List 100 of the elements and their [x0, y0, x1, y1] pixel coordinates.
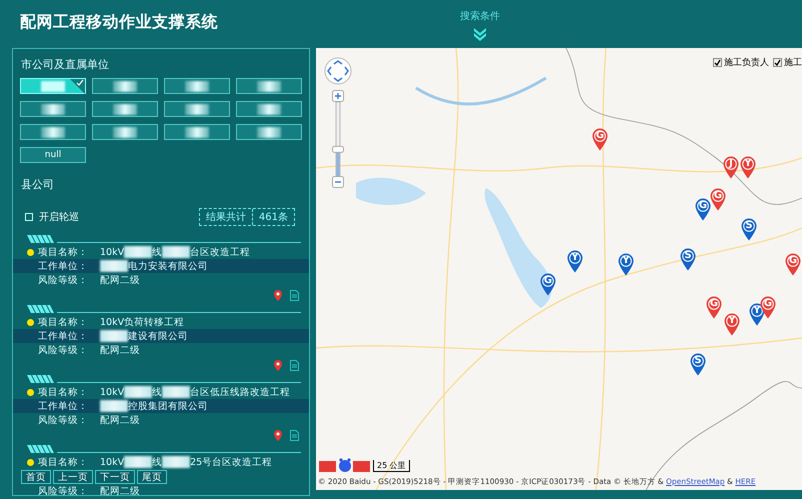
field-value: 25号台区改造工程 — [190, 456, 272, 468]
blurred-text — [185, 126, 209, 138]
blurred-text — [257, 126, 281, 138]
blurred-text — [185, 104, 209, 114]
blurred-text — [113, 104, 137, 114]
pan-control-icon[interactable] — [324, 57, 352, 85]
blurred-text — [257, 80, 281, 92]
check-icon — [76, 79, 84, 86]
baidu-logo-icon — [319, 457, 371, 473]
blurred-text — [100, 400, 128, 412]
checkbox-label: 开启轮巡 — [39, 210, 79, 224]
company-button[interactable] — [164, 124, 230, 140]
field-label: 风险等级： — [38, 274, 89, 286]
chevron-down-icon[interactable] — [473, 27, 487, 41]
company-button[interactable] — [92, 124, 158, 140]
search-conditions-toggle[interactable]: 搜索条件 — [460, 9, 500, 23]
status-dot — [27, 458, 34, 466]
map-scale: 25 公里 — [373, 460, 410, 472]
blurred-text — [41, 126, 65, 138]
location-pin-icon[interactable] — [274, 290, 282, 301]
blurred-text — [124, 246, 152, 258]
checkbox-label: 施工 — [784, 56, 802, 69]
company-button[interactable] — [164, 101, 230, 117]
location-pin-icon[interactable] — [274, 360, 282, 371]
pager-button[interactable]: 上一页 — [53, 470, 93, 484]
field-value: 配网二级 — [100, 414, 140, 426]
field-value: 台区改造工程 — [190, 246, 250, 258]
map-marker[interactable]: J — [723, 156, 739, 179]
status-dot — [27, 248, 34, 256]
status-dot — [27, 318, 34, 326]
layer-checkbox[interactable] — [713, 58, 722, 67]
pager-button[interactable]: 尾页 — [137, 470, 167, 484]
stripe-decoration-icon — [27, 375, 57, 383]
field-value: 10kV — [100, 456, 124, 468]
blurred-text — [100, 330, 128, 342]
pager-button[interactable]: 首页 — [21, 470, 51, 484]
field-label: 风险等级： — [38, 484, 89, 495]
blurred-text — [162, 456, 190, 468]
field-value: 10kV — [100, 246, 124, 258]
document-icon[interactable] — [290, 430, 299, 441]
app-title: 配网工程移动作业支撑系统 — [20, 12, 218, 33]
blurred-text — [124, 456, 152, 468]
stripe-decoration-icon — [27, 235, 57, 243]
blurred-text — [257, 104, 281, 114]
blurred-text — [113, 126, 137, 138]
blurred-text — [185, 80, 209, 92]
document-icon[interactable] — [290, 360, 299, 371]
field-value: 线 — [152, 456, 162, 468]
checkbox-label: 施工负责人 — [724, 56, 769, 69]
blurred-text — [41, 80, 65, 92]
location-pin-icon[interactable] — [274, 430, 282, 441]
field-label: 风险等级： — [38, 344, 89, 356]
zoom-out-button[interactable] — [332, 176, 344, 188]
patrol-checkbox[interactable] — [25, 213, 33, 221]
section-label: 县公司 — [21, 177, 55, 192]
field-value: 10kV负荷转移工程 — [100, 316, 184, 328]
blurred-text — [124, 386, 152, 398]
field-label: 项目名称： — [38, 456, 89, 468]
field-value: 控股集团有限公司 — [128, 400, 208, 412]
blurred-text — [162, 386, 190, 398]
field-label: 项目名称： — [38, 386, 89, 398]
section-label: 市公司及直属单位 — [21, 57, 110, 72]
field-value: 配网二级 — [100, 274, 140, 286]
field-label: 工作单位： — [38, 400, 89, 412]
blurred-text — [100, 260, 128, 272]
company-button[interactable] — [92, 101, 158, 117]
field-value: 建设有限公司 — [128, 330, 188, 342]
field-value: 线 — [152, 246, 162, 258]
company-button[interactable]: null — [20, 147, 86, 163]
field-value: 台区低压线路改造工程 — [190, 386, 290, 398]
field-label: 工作单位： — [38, 260, 89, 272]
field-value: 电力安装有限公司 — [128, 260, 208, 272]
company-button[interactable] — [20, 101, 86, 117]
document-icon[interactable] — [290, 290, 299, 301]
blurred-text — [162, 246, 190, 258]
field-value: 线 — [152, 386, 162, 398]
lake — [356, 178, 426, 205]
company-button[interactable] — [236, 78, 302, 94]
pager-button[interactable]: 下一页 — [95, 470, 135, 484]
company-button[interactable] — [20, 124, 86, 140]
field-label: 风险等级： — [38, 414, 89, 426]
stripe-decoration-icon — [27, 445, 57, 453]
layer-checkbox[interactable] — [773, 58, 782, 67]
result-count: 461条 — [252, 209, 294, 225]
field-value: 配网二级 — [100, 344, 140, 356]
blurred-text — [41, 104, 65, 114]
field-value: 配网二级 — [100, 484, 140, 495]
company-button[interactable] — [92, 78, 158, 94]
field-value: 10kV — [100, 386, 124, 398]
company-button[interactable] — [164, 78, 230, 94]
zoom-in-button[interactable] — [332, 90, 344, 102]
zoom-thumb[interactable] — [332, 146, 344, 153]
field-label: 工作单位： — [38, 330, 89, 342]
field-label: 项目名称： — [38, 246, 89, 258]
field-label: 项目名称： — [38, 316, 89, 328]
stripe-decoration-icon — [27, 305, 57, 313]
result-label: 结果共计 — [204, 210, 247, 225]
company-button[interactable] — [236, 124, 302, 140]
company-button[interactable] — [236, 101, 302, 117]
blurred-text — [113, 80, 137, 92]
